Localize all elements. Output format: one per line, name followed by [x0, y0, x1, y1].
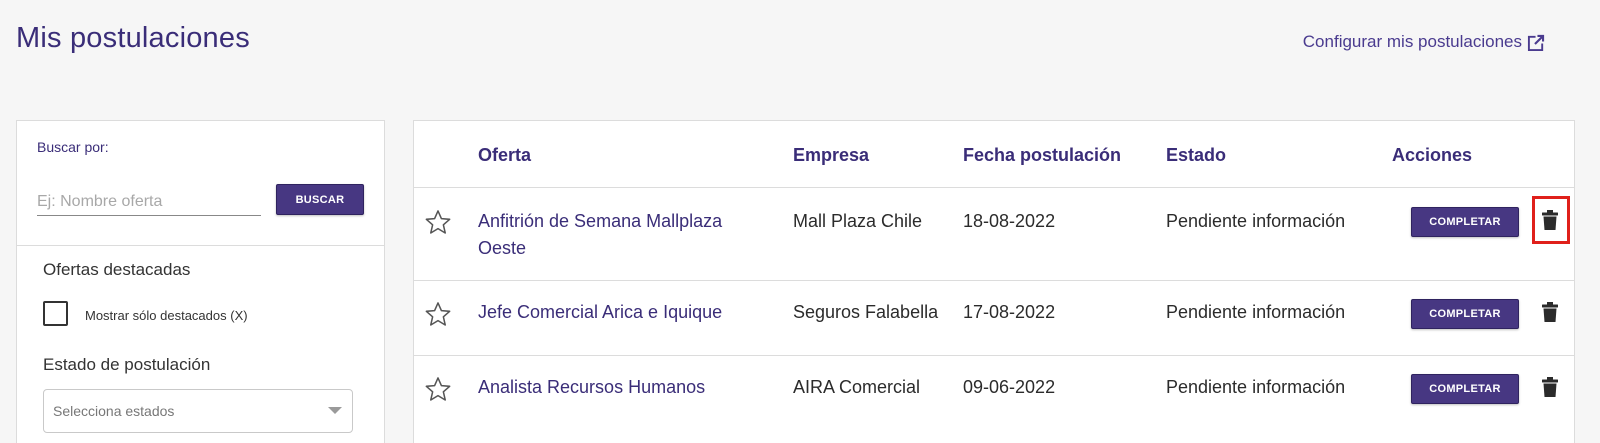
offer-title-line2: Oeste: [478, 238, 527, 258]
trash-icon[interactable]: [1542, 302, 1558, 322]
table-row: Anfitrión de Semana Mallplaza Oeste Mall…: [414, 188, 1574, 281]
chevron-down-icon: [328, 407, 342, 414]
state-select-placeholder: Selecciona estados: [53, 403, 175, 419]
offer-link[interactable]: Anfitrión de Semana Mallplaza Oeste: [478, 208, 768, 262]
featured-checkbox[interactable]: [43, 301, 68, 326]
page-title: Mis postulaciones: [16, 22, 250, 54]
column-date: Fecha postulación: [963, 145, 1122, 165]
company-cell: AIRA Comercial: [793, 377, 921, 397]
configure-applications-label: Configurar mis postulaciones: [1302, 32, 1522, 51]
column-company: Empresa: [793, 145, 870, 165]
table-header: Oferta Empresa Fecha postulación Estado …: [414, 121, 1574, 188]
trash-icon[interactable]: [1542, 377, 1558, 397]
status-cell: Pendiente información: [1166, 377, 1346, 397]
search-button[interactable]: BUSCAR: [276, 184, 364, 215]
company-cell: Mall Plaza Chile: [793, 211, 923, 231]
application-state-title: Estado de postulación: [43, 355, 211, 374]
search-input[interactable]: [37, 190, 261, 216]
external-link-icon: [1527, 34, 1545, 51]
column-offer: Oferta: [478, 145, 532, 165]
complete-button[interactable]: COMPLETAR: [1411, 374, 1519, 404]
date-cell: 18-08-2022: [963, 211, 1056, 231]
featured-offers-title: Ofertas destacadas: [43, 260, 191, 279]
offer-title-line1: Anfitrión de Semana Mallplaza: [478, 211, 723, 231]
applications-table: Oferta Empresa Fecha postulación Estado …: [413, 120, 1575, 443]
search-section: Buscar por: BUSCAR: [17, 121, 384, 246]
date-cell: 17-08-2022: [963, 302, 1056, 322]
star-outline-icon[interactable]: [424, 375, 452, 403]
filter-panel: Buscar por: BUSCAR Ofertas destacadas Mo…: [16, 120, 385, 443]
featured-checkbox-label[interactable]: Mostrar sólo destacados (X): [85, 308, 248, 323]
offer-link[interactable]: Jefe Comercial Arica e Iquique: [478, 299, 768, 326]
status-cell: Pendiente información: [1166, 211, 1346, 231]
offer-link[interactable]: Analista Recursos Humanos: [478, 374, 768, 401]
status-cell: Pendiente información: [1166, 302, 1346, 322]
configure-applications-link[interactable]: Configurar mis postulaciones: [1303, 32, 1546, 52]
featured-checkbox-row[interactable]: Mostrar sólo destacados (X): [43, 301, 248, 326]
star-outline-icon[interactable]: [424, 300, 452, 328]
table-row: Analista Recursos Humanos AIRA Comercial…: [414, 356, 1574, 431]
complete-button[interactable]: COMPLETAR: [1411, 299, 1519, 329]
company-cell: Seguros Falabella: [793, 302, 939, 322]
complete-button[interactable]: COMPLETAR: [1411, 207, 1519, 237]
date-cell: 09-06-2022: [963, 377, 1056, 397]
table-row: Jefe Comercial Arica e Iquique Seguros F…: [414, 281, 1574, 356]
column-status: Estado: [1166, 145, 1227, 165]
state-select[interactable]: Selecciona estados: [43, 389, 353, 433]
star-outline-icon[interactable]: [424, 208, 452, 236]
search-label: Buscar por:: [37, 139, 109, 155]
column-actions: Acciones: [1392, 145, 1473, 165]
trash-icon[interactable]: [1542, 210, 1558, 230]
